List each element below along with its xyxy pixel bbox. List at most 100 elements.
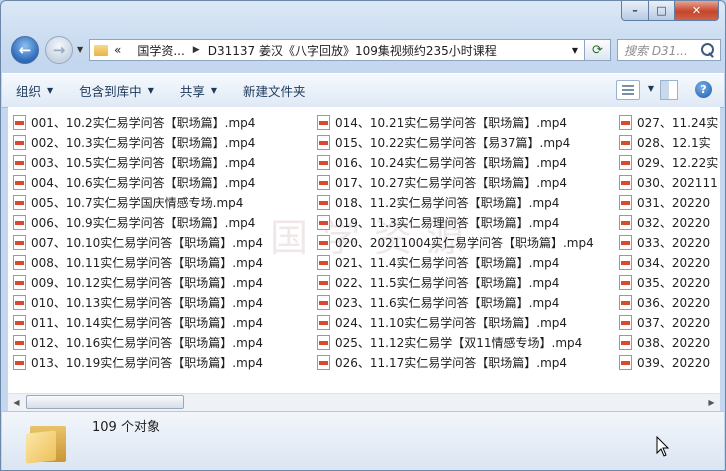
address-overflow[interactable]: « [114, 43, 121, 57]
file-item[interactable]: 021、11.4实仁易学问答【职场篇】.mp4 [317, 252, 594, 272]
include-in-library-button[interactable]: 包含到库中 ▼ [65, 74, 166, 107]
video-file-icon [619, 174, 632, 190]
video-file-icon [619, 134, 632, 150]
file-item[interactable]: 026、11.17实仁易学问答【职场篇】.mp4 [317, 352, 594, 372]
file-list[interactable]: 国学资源 001、10.2实仁易学问答【职场篇】.mp4 002、10.3实仁易学… [8, 107, 720, 393]
file-item[interactable]: 018、11.2实仁易学问答【职场篇】.mp4 [317, 192, 594, 212]
window-controls: – □ ✕ [621, 1, 719, 21]
video-file-icon [317, 114, 330, 130]
video-file-icon [13, 234, 26, 250]
horizontal-scrollbar[interactable]: ◀ ▶ [8, 393, 720, 411]
minimize-button[interactable]: – [621, 1, 649, 21]
file-item[interactable]: 024、11.10实仁易学问答【职场篇】.mp4 [317, 312, 594, 332]
file-name: 031、20220 [637, 195, 711, 210]
video-file-icon [317, 134, 330, 150]
file-item[interactable]: 007、10.10实仁易学问答【职场篇】.mp4 [13, 232, 263, 252]
file-item[interactable]: 030、202111 [619, 172, 718, 192]
maximize-button[interactable]: □ [649, 1, 675, 21]
file-item[interactable]: 001、10.2实仁易学问答【职场篇】.mp4 [13, 112, 263, 132]
file-item[interactable]: 014、10.21实仁易学问答【职场篇】.mp4 [317, 112, 594, 132]
preview-pane-icon[interactable] [660, 80, 678, 100]
video-file-icon [317, 294, 330, 310]
address-bar[interactable]: « 国学资... ▶ D31137 姜汉《八字回放》109集视频约235小时课程… [89, 39, 585, 61]
video-file-icon [619, 254, 632, 270]
file-name: 023、11.6实仁易学问答【职场篇】.mp4 [335, 295, 560, 310]
file-item[interactable]: 025、11.12实仁易学【双11情感专场】.mp4 [317, 332, 594, 352]
back-button[interactable]: ← [11, 36, 39, 64]
file-item[interactable]: 034、20220 [619, 252, 718, 272]
file-item[interactable]: 020、20211004实仁易学问答【职场篇】.mp4 [317, 232, 594, 252]
file-item[interactable]: 013、10.19实仁易学问答【职场篇】.mp4 [13, 352, 263, 372]
file-item[interactable]: 004、10.6实仁易学问答【职场篇】.mp4 [13, 172, 263, 192]
video-file-icon [619, 354, 632, 370]
breadcrumb-chevron-icon[interactable]: ▶ [193, 45, 200, 55]
scroll-right-icon[interactable]: ▶ [703, 394, 720, 411]
file-name: 028、12.1实 [637, 135, 711, 150]
refresh-button[interactable]: ⟳ [585, 39, 611, 61]
file-name: 017、10.27实仁易学问答【职场篇】.mp4 [335, 175, 568, 190]
video-file-icon [317, 274, 330, 290]
file-item[interactable]: 022、11.5实仁易学问答【职场篇】.mp4 [317, 272, 594, 292]
address-dropdown-icon[interactable]: ▼ [572, 46, 578, 55]
navigation-bar: ← → ▼ « 国学资... ▶ D31137 姜汉《八字回放》109集视频约2… [7, 35, 721, 65]
file-item[interactable]: 038、20220 [619, 332, 718, 352]
close-button[interactable]: ✕ [675, 1, 719, 21]
scroll-left-icon[interactable]: ◀ [8, 394, 25, 411]
view-dropdown-icon[interactable]: ▼ [648, 84, 654, 93]
file-item[interactable]: 039、20220 [619, 352, 718, 372]
file-item[interactable]: 002、10.3实仁易学问答【职场篇】.mp4 [13, 132, 263, 152]
file-item[interactable]: 016、10.24实仁易学问答【职场篇】.mp4 [317, 152, 594, 172]
video-file-icon [13, 314, 26, 330]
file-item[interactable]: 033、20220 [619, 232, 718, 252]
search-icon [701, 43, 714, 56]
search-input[interactable]: 搜索 D31... [617, 39, 721, 61]
file-name: 034、20220 [637, 255, 711, 270]
file-item[interactable]: 031、20220 [619, 192, 718, 212]
file-name: 027、11.24实 [637, 115, 719, 130]
breadcrumb-current[interactable]: D31137 姜汉《八字回放》109集视频约235小时课程 [208, 42, 497, 59]
organize-button[interactable]: 组织 ▼ [2, 74, 65, 107]
file-item[interactable]: 005、10.7实仁易学国庆情感专场.mp4 [13, 192, 263, 212]
breadcrumb-item[interactable]: 国学资... [137, 42, 184, 59]
file-item[interactable]: 035、20220 [619, 272, 718, 292]
file-item[interactable]: 032、20220 [619, 212, 718, 232]
file-item[interactable]: 012、10.16实仁易学问答【职场篇】.mp4 [13, 332, 263, 352]
file-item[interactable]: 008、10.11实仁易学问答【职场篇】.mp4 [13, 252, 263, 272]
file-item[interactable]: 017、10.27实仁易学问答【职场篇】.mp4 [317, 172, 594, 192]
folder-icon [94, 44, 108, 56]
file-item[interactable]: 029、12.22实 [619, 152, 718, 172]
file-item[interactable]: 037、20220 [619, 312, 718, 332]
new-folder-button[interactable]: 新建文件夹 [229, 74, 318, 107]
file-item[interactable]: 011、10.14实仁易学问答【职场篇】.mp4 [13, 312, 263, 332]
file-name: 001、10.2实仁易学问答【职场篇】.mp4 [31, 115, 256, 130]
recent-pages-dropdown[interactable]: ▼ [77, 45, 83, 54]
file-item[interactable]: 015、10.22实仁易学问答【易37篇】.mp4 [317, 132, 594, 152]
file-name: 025、11.12实仁易学【双11情感专场】.mp4 [335, 335, 583, 350]
video-file-icon [619, 334, 632, 350]
video-file-icon [13, 354, 26, 370]
view-options-icon[interactable] [616, 80, 640, 100]
file-name: 036、20220 [637, 295, 711, 310]
file-item[interactable]: 028、12.1实 [619, 132, 718, 152]
forward-button[interactable]: → [45, 36, 73, 64]
file-item[interactable]: 023、11.6实仁易学问答【职场篇】.mp4 [317, 292, 594, 312]
file-item[interactable]: 010、10.13实仁易学问答【职场篇】.mp4 [13, 292, 263, 312]
file-item[interactable]: 006、10.9实仁易学问答【职场篇】.mp4 [13, 212, 263, 232]
file-item[interactable]: 027、11.24实 [619, 112, 718, 132]
scrollbar-thumb[interactable] [26, 395, 184, 409]
file-name: 008、10.11实仁易学问答【职场篇】.mp4 [31, 255, 264, 270]
file-name: 011、10.14实仁易学问答【职场篇】.mp4 [31, 315, 264, 330]
help-icon[interactable]: ? [695, 81, 712, 98]
chevron-down-icon: ▼ [147, 86, 154, 95]
file-item[interactable]: 036、20220 [619, 292, 718, 312]
file-name: 038、20220 [637, 335, 711, 350]
video-file-icon [619, 314, 632, 330]
file-item[interactable]: 003、10.5实仁易学问答【职场篇】.mp4 [13, 152, 263, 172]
video-file-icon [619, 194, 632, 210]
video-file-icon [619, 154, 632, 170]
file-name: 006、10.9实仁易学问答【职场篇】.mp4 [31, 215, 256, 230]
file-name: 018、11.2实仁易学问答【职场篇】.mp4 [335, 195, 560, 210]
share-button[interactable]: 共享 ▼ [166, 74, 229, 107]
file-item[interactable]: 009、10.12实仁易学问答【职场篇】.mp4 [13, 272, 263, 292]
file-item[interactable]: 019、11.3实仁易理问答【职场篇】.mp4 [317, 212, 594, 232]
